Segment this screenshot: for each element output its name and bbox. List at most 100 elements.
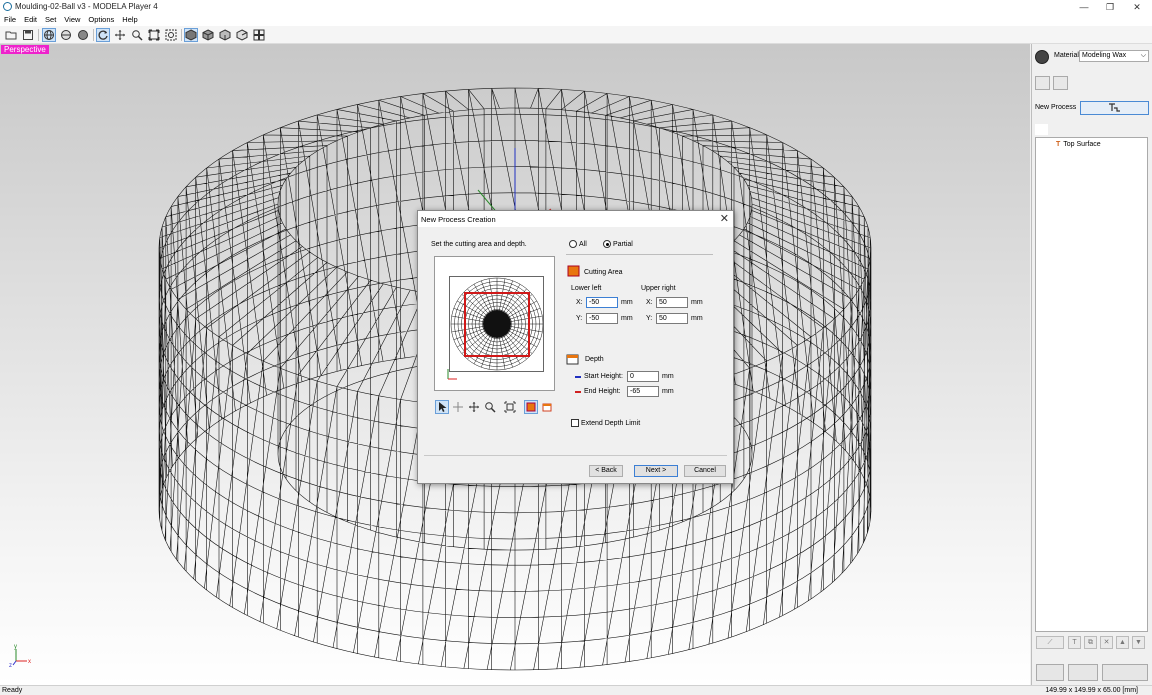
right-panel: Material Modeling Wax ⌵ New Process T Top… — [1031, 44, 1152, 685]
end-height-marker — [575, 391, 581, 393]
start-height-label: Start Height: — [584, 373, 623, 380]
open-file-icon[interactable] — [4, 28, 18, 42]
side-view-icon[interactable] — [218, 28, 232, 42]
axis-y-label: y — [14, 644, 17, 650]
maximize-button[interactable]: ❐ — [1103, 1, 1117, 13]
preview-center — [483, 310, 511, 338]
multi-view-icon[interactable] — [252, 28, 266, 42]
lower-left-y-input[interactable]: -50 — [586, 313, 618, 324]
next-button[interactable]: Next > — [634, 465, 678, 477]
axis-z-label: z — [9, 663, 12, 667]
ur-y-unit: mm — [691, 315, 703, 322]
upper-right-y-input[interactable]: 50 — [656, 313, 688, 324]
save-icon[interactable] — [21, 28, 35, 42]
move-tool-icon[interactable] — [451, 400, 465, 414]
fit-tool-icon[interactable] — [503, 400, 517, 414]
cut-icon[interactable]: ⟋ — [1036, 636, 1064, 649]
end-height-unit: mm — [662, 388, 674, 395]
copy-icon[interactable]: ⧉ — [1084, 636, 1097, 649]
menu-set[interactable]: Set — [41, 14, 60, 25]
lower-left-x-input[interactable]: -50 — [586, 297, 618, 308]
ur-x-label: X: — [646, 299, 653, 306]
material-icon[interactable] — [1035, 50, 1049, 64]
wireframe-view-icon[interactable] — [42, 28, 56, 42]
ll-x-label: X: — [576, 299, 583, 306]
back-view-icon[interactable] — [235, 28, 249, 42]
front-view-icon[interactable] — [201, 28, 215, 42]
material-label: Material — [1054, 52, 1079, 59]
partial-label: Partial — [613, 241, 633, 248]
save-project-icon[interactable] — [1053, 76, 1068, 90]
divider — [566, 254, 713, 255]
menu-edit[interactable]: Edit — [20, 14, 41, 25]
axis-triad: y x z — [9, 644, 31, 667]
close-button[interactable]: ✕ — [1130, 1, 1144, 13]
extend-depth-checkbox[interactable] — [571, 419, 579, 427]
preview-button[interactable] — [1036, 664, 1064, 681]
ll-x-unit: mm — [621, 299, 633, 306]
dialog-close-icon[interactable]: ✕ — [720, 212, 729, 225]
axis-x-label: x — [28, 659, 31, 665]
status-bar: Ready 149.99 x 149.99 x 65.00 [mm] — [0, 685, 1152, 695]
upper-right-x-input[interactable]: 50 — [656, 297, 688, 308]
start-height-input[interactable]: 0 — [627, 371, 659, 382]
back-button[interactable]: < Back — [589, 465, 623, 477]
menu-file[interactable]: File — [0, 14, 20, 25]
menu-options[interactable]: Options — [84, 14, 118, 25]
status-text: Ready — [2, 687, 23, 694]
start-height-unit: mm — [662, 373, 674, 380]
model-settings-icon[interactable] — [1035, 76, 1050, 90]
preview-search-button[interactable] — [1068, 664, 1098, 681]
model-size: 149.99 x 149.99 x 65.00 [mm] — [1045, 687, 1138, 694]
area-tool-icon[interactable] — [524, 400, 538, 414]
select-tool-icon[interactable] — [435, 400, 449, 414]
end-height-label: End Height: — [584, 388, 621, 395]
partial-radio[interactable] — [603, 240, 611, 248]
tree-item-top-surface[interactable]: T Top Surface — [1056, 141, 1101, 148]
minimize-button[interactable]: — — [1077, 1, 1091, 13]
depth-tool-icon[interactable] — [540, 400, 554, 414]
tree-item-label: Top Surface — [1063, 141, 1101, 148]
menu-help[interactable]: Help — [118, 14, 141, 25]
lower-left-label: Lower left — [571, 285, 602, 292]
ll-y-label: Y: — [576, 315, 583, 322]
delete-icon[interactable]: ✕ — [1100, 636, 1113, 649]
cut-button[interactable] — [1102, 664, 1148, 681]
window-title: Moulding-02-Ball v3 - MODELA Player 4 — [15, 2, 158, 11]
new-process-button[interactable] — [1080, 101, 1149, 115]
cutting-area-label: Cutting Area — [584, 269, 623, 276]
preview-frame — [449, 276, 544, 372]
depth-icon — [566, 354, 579, 365]
dialog-separator — [424, 455, 727, 456]
tool-path-icon — [1109, 103, 1120, 112]
preview-axis-icon — [447, 369, 457, 380]
move-up-icon[interactable]: ▲ — [1116, 636, 1129, 649]
end-height-input[interactable]: -65 — [627, 386, 659, 397]
new-process-dialog: New Process Creation ✕ Set the cutting a… — [417, 210, 734, 484]
shaded-view-icon[interactable] — [76, 28, 90, 42]
zoom-tool-icon[interactable] — [483, 400, 497, 414]
ur-x-unit: mm — [691, 299, 703, 306]
preview-model — [450, 277, 544, 371]
menu-view[interactable]: View — [60, 14, 84, 25]
zoom-fit-icon[interactable] — [164, 28, 178, 42]
material-select[interactable]: Modeling Wax ⌵ — [1079, 50, 1149, 62]
all-radio[interactable] — [569, 240, 577, 248]
extend-depth-label: Extend Depth Limit — [581, 420, 641, 427]
fit-view-icon[interactable] — [147, 28, 161, 42]
iso-view-icon[interactable] — [184, 28, 198, 42]
material-value: Modeling Wax — [1082, 52, 1127, 59]
area-preview[interactable] — [434, 256, 555, 391]
edit-process-icon[interactable]: T — [1068, 636, 1081, 649]
pan-tool-icon[interactable] — [467, 400, 481, 414]
shaded-wire-icon[interactable] — [59, 28, 73, 42]
move-down-icon[interactable]: ▼ — [1132, 636, 1145, 649]
cancel-button[interactable]: Cancel — [684, 465, 726, 477]
view-mode-label: Perspective — [1, 45, 49, 54]
rotate-icon[interactable] — [96, 28, 110, 42]
pan-icon[interactable] — [113, 28, 127, 42]
zoom-icon[interactable] — [130, 28, 144, 42]
toolbar — [0, 26, 1152, 44]
ur-y-label: Y: — [646, 315, 653, 322]
expand-tree-icon[interactable] — [1035, 124, 1048, 135]
